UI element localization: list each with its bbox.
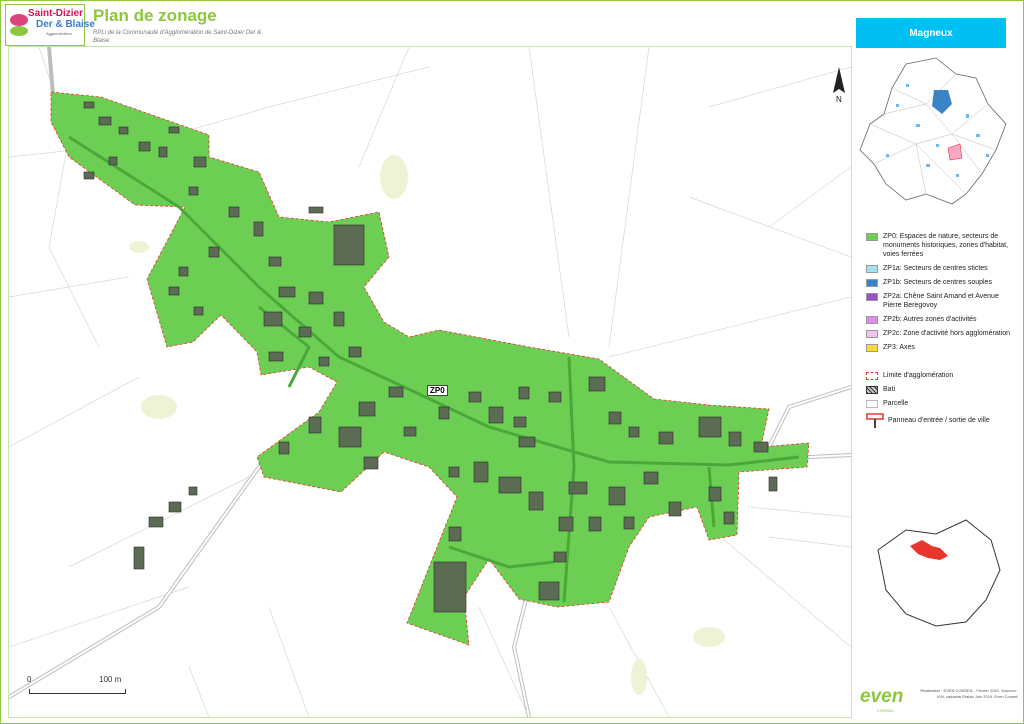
logo-line3: Agglomération xyxy=(46,31,72,36)
locator-map-commune xyxy=(877,519,1001,627)
legend-item-zp0: ZP0: Espaces de nature, secteurs de monu… xyxy=(866,232,1016,259)
locator-map-top xyxy=(856,54,1016,212)
legend-label: Panneau d'entrée / sortie de ville xyxy=(888,417,990,424)
page-subtitle: RPLi de la Communauté d'Agglomération de… xyxy=(93,30,262,44)
legend-item-parcelle: Parcelle xyxy=(866,399,1016,408)
legend-swatch xyxy=(866,293,878,301)
legend-item-zp2b: ZP2b: Autres zones d'activités xyxy=(866,315,1016,324)
credits-text: Réalisation : EVEN CONSEIL - Février 202… xyxy=(920,688,1018,699)
legend-swatch xyxy=(866,344,878,352)
legend-item-panneau: Panneau d'entrée / sortie de ville xyxy=(866,413,1016,429)
page-title: Plan de zonage xyxy=(93,6,217,25)
locator-map-bottom xyxy=(866,510,1006,635)
legend-swatch-hatched xyxy=(866,386,878,394)
legend-label: ZP0: Espaces de nature, secteurs de monu… xyxy=(883,233,1009,258)
zoning-map[interactable]: ZP0 N 0 100 m xyxy=(8,46,852,718)
zone-label-zp0: ZP0 xyxy=(427,385,448,396)
legend-swatch xyxy=(866,233,878,241)
legend-item-zp2a: ZP2a: Chêne Saint Amand et Avenue Pierre… xyxy=(866,292,1016,310)
legend-label: ZP1b: Secteurs de centres souples xyxy=(883,279,992,286)
legend-item-limite: Limite d'agglomération xyxy=(866,371,1016,380)
sign-icon xyxy=(866,413,884,428)
locator-map-agglomeration xyxy=(859,57,1007,205)
commune-title: Magneux xyxy=(856,18,1006,48)
legend-label: ZP2c: Zone d'activité hors agglomération xyxy=(883,330,1011,337)
north-arrow: N xyxy=(831,67,847,107)
even-conseil-sub: CONSEIL xyxy=(877,708,895,713)
logo-line1: Saint-Dizier xyxy=(28,8,84,19)
legend-swatch xyxy=(866,316,878,324)
legend-item-zp1b: ZP1b: Secteurs de centres souples xyxy=(866,278,1016,287)
legend-item-zp2c: ZP2c: Zone d'activité hors agglomération xyxy=(866,329,1016,338)
legend-label: Bati xyxy=(883,386,896,393)
scale-bar: 0 100 m xyxy=(27,675,137,701)
map-canvas xyxy=(9,47,851,717)
legend-swatch xyxy=(866,330,878,338)
legend-label: ZP2a: Chêne Saint Amand et Avenue Pierre… xyxy=(883,293,999,309)
scale-end: 100 m xyxy=(99,675,122,684)
legend: ZP0: Espaces de nature, secteurs de monu… xyxy=(866,232,1016,434)
scale-start: 0 xyxy=(27,675,32,684)
legend-swatch xyxy=(866,265,878,273)
legend-item-bati: Bati xyxy=(866,385,1016,394)
scale-line xyxy=(29,689,126,694)
legend-item-zp3: ZP3: Axes xyxy=(866,343,1016,352)
north-label: N xyxy=(836,95,842,104)
zone-zp0 xyxy=(50,91,810,646)
agglomeration-logo: Saint-Dizier Der & Blaise Agglomération xyxy=(5,4,95,46)
legend-label: ZP2b: Autres zones d'activités xyxy=(883,316,977,323)
logo-leaf-icon xyxy=(10,14,28,36)
logo-line2: Der & Blaise xyxy=(36,19,95,30)
legend-item-zp1a: ZP1a: Secteurs de centres stictes xyxy=(866,264,1016,273)
legend-swatch xyxy=(866,279,878,287)
legend-swatch-dashed xyxy=(866,372,878,380)
legend-label: ZP3: Axes xyxy=(883,344,915,351)
legend-swatch xyxy=(866,400,878,408)
legend-label: Limite d'agglomération xyxy=(883,372,954,379)
legend-label: ZP1a: Secteurs de centres stictes xyxy=(883,265,988,272)
even-conseil-logo: even xyxy=(860,686,904,707)
legend-label: Parcelle xyxy=(883,400,909,407)
